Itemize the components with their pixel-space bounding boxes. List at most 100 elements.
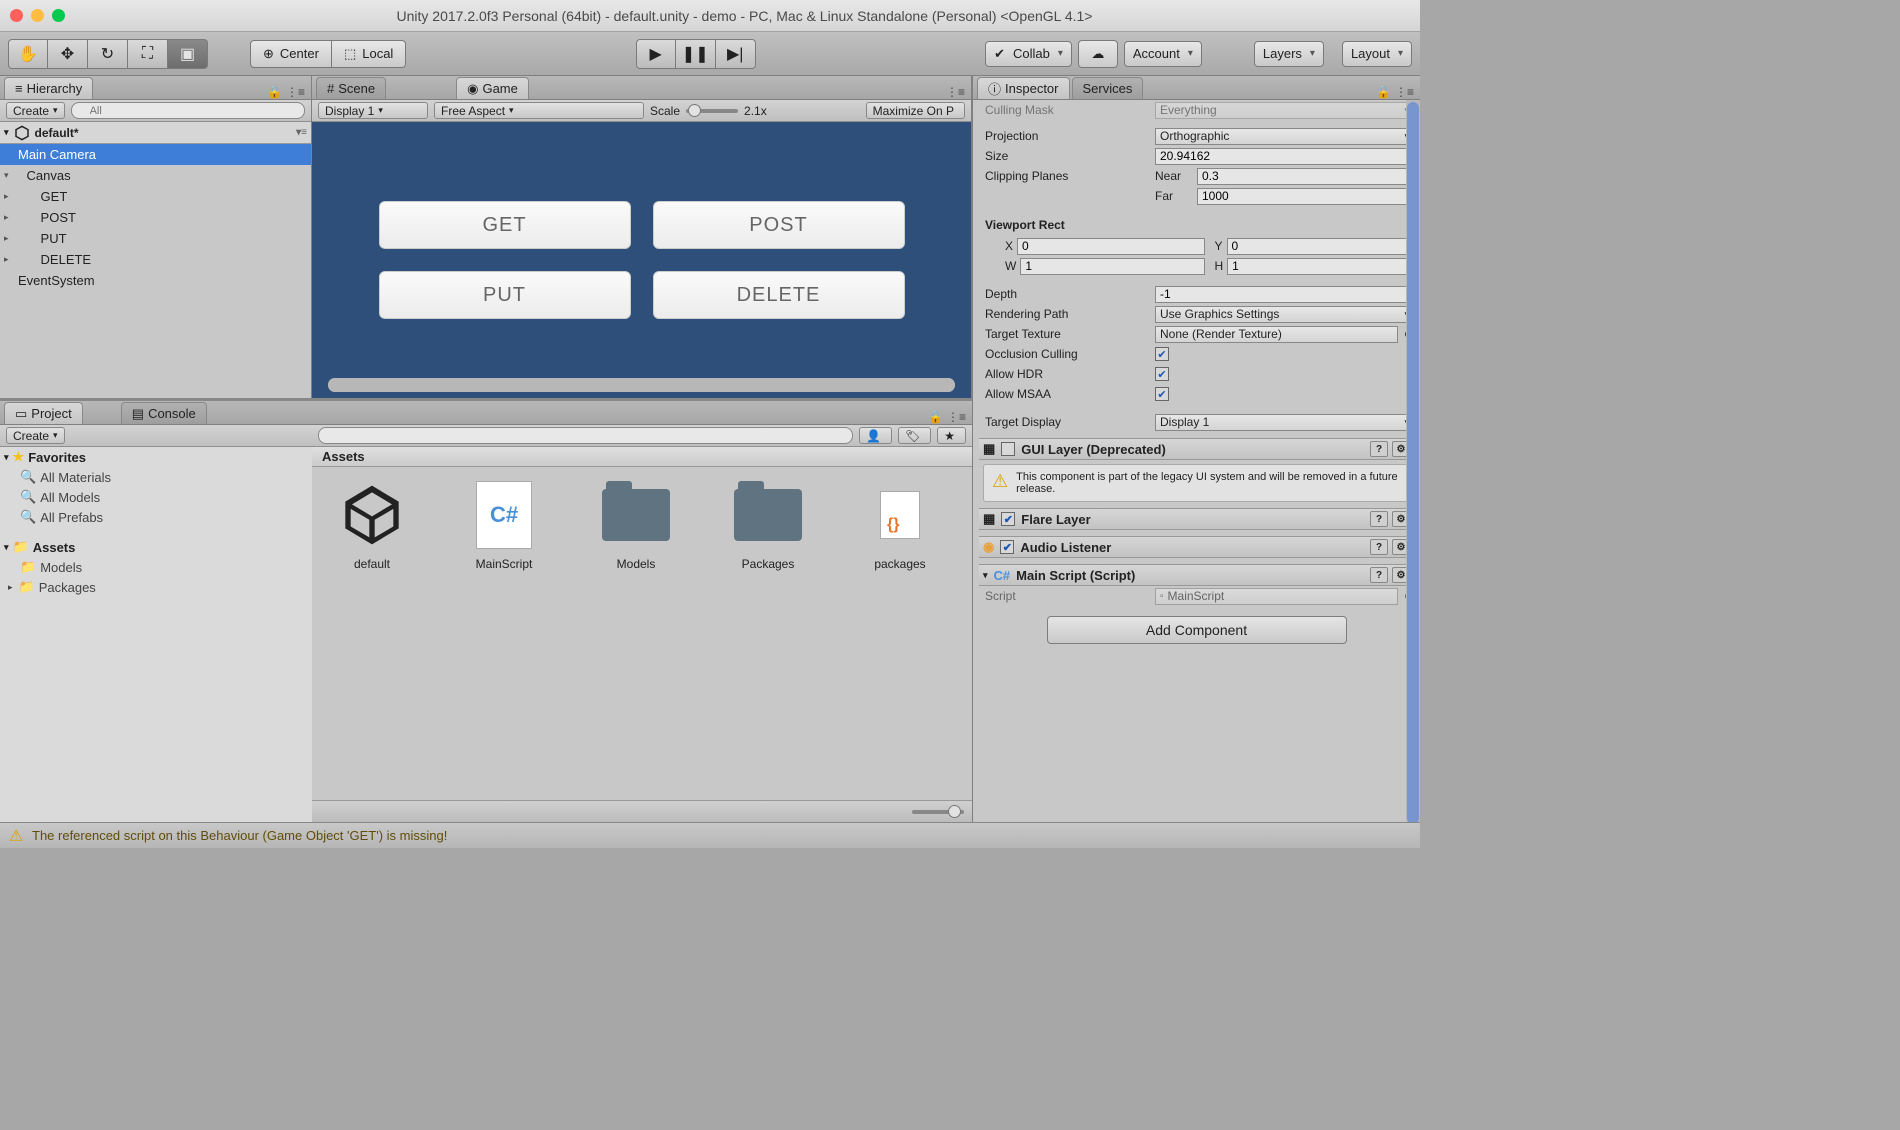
step-button[interactable]: ▶| — [716, 39, 756, 69]
help-icon[interactable]: ? — [1370, 511, 1388, 527]
pivot-rotation-button[interactable]: ⬚Local — [332, 40, 406, 68]
main-script-component[interactable]: ▾ C# Main Script (Script) ?⚙ — [979, 564, 1414, 586]
allow-msaa-checkbox[interactable]: ✔ — [1155, 387, 1169, 401]
cloud-button[interactable]: ☁ — [1078, 40, 1118, 68]
scene-tab[interactable]: #Scene — [316, 77, 386, 99]
account-dropdown[interactable]: Account — [1124, 41, 1202, 67]
move-tool-button[interactable]: ✥ — [48, 39, 88, 69]
pivot-mode-button[interactable]: ⊕Center — [250, 40, 332, 68]
flare-layer-component[interactable]: ▦ ✔ Flare Layer ?⚙ — [979, 508, 1414, 530]
project-search-input[interactable] — [318, 427, 853, 444]
hierarchy-item-eventsystem[interactable]: EventSystem — [0, 270, 311, 291]
rendering-path-dropdown[interactable]: Use Graphics Settings — [1155, 306, 1414, 323]
search-by-type-button[interactable]: 👤 — [859, 427, 892, 444]
status-bar[interactable]: ⚠ The referenced script on this Behaviou… — [0, 822, 1420, 848]
asset-packages-folder[interactable]: Packages — [720, 479, 816, 571]
inspector-tab[interactable]: ⓘInspector — [977, 77, 1070, 99]
asset-default[interactable]: default — [324, 479, 420, 571]
search-by-label-button[interactable]: 🏷 — [898, 427, 931, 444]
size-field[interactable] — [1155, 148, 1414, 165]
target-texture-field[interactable]: None (Render Texture) — [1155, 326, 1398, 343]
panel-menu-icon[interactable]: ⋮≡ — [946, 85, 965, 99]
fav-all-materials[interactable]: 🔍All Materials — [0, 467, 312, 487]
hierarchy-item-delete[interactable]: DELETE — [0, 249, 311, 270]
inspector-scrollbar[interactable] — [1406, 100, 1420, 822]
save-search-button[interactable]: ★ — [937, 427, 966, 444]
scene-header[interactable]: ▾ default* ▾≡ — [0, 122, 311, 144]
depth-field[interactable] — [1155, 286, 1414, 303]
services-tab[interactable]: Services — [1072, 77, 1144, 99]
occlusion-checkbox[interactable]: ✔ — [1155, 347, 1169, 361]
hierarchy-item-post[interactable]: POST — [0, 207, 311, 228]
help-icon[interactable]: ? — [1370, 567, 1388, 583]
pause-button[interactable]: ❚❚ — [676, 39, 716, 69]
flare-layer-enable-checkbox[interactable]: ✔ — [1001, 512, 1015, 526]
hierarchy-tab[interactable]: ≡Hierarchy — [4, 77, 93, 99]
play-button[interactable]: ▶ — [636, 39, 676, 69]
layers-dropdown[interactable]: Layers — [1254, 41, 1324, 67]
gui-layer-component[interactable]: ▦ GUI Layer (Deprecated) ?⚙ — [979, 438, 1414, 460]
lock-icon[interactable]: 🔒 — [267, 85, 282, 99]
hierarchy-item-get[interactable]: GET — [0, 186, 311, 207]
game-tab[interactable]: ◉Game — [456, 77, 529, 99]
hierarchy-create-dropdown[interactable]: Create — [6, 102, 65, 119]
hand-tool-button[interactable]: ✋ — [8, 39, 48, 69]
viewport-x-field[interactable] — [1017, 238, 1204, 255]
minimize-window-button[interactable] — [31, 9, 44, 22]
projection-dropdown[interactable]: Orthographic — [1155, 128, 1414, 145]
game-horizontal-scrollbar[interactable] — [328, 378, 955, 392]
maximize-window-button[interactable] — [52, 9, 65, 22]
aspect-dropdown[interactable]: Free Aspect — [434, 102, 644, 119]
thumbnail-size-slider[interactable] — [912, 810, 964, 814]
game-button-delete[interactable]: DELETE — [653, 271, 905, 319]
fav-all-prefabs[interactable]: 🔍All Prefabs — [0, 507, 312, 527]
hierarchy-item-put[interactable]: PUT — [0, 228, 311, 249]
panel-menu-icon[interactable]: ⋮≡ — [286, 85, 305, 99]
scale-tool-button[interactable]: ⛶ — [128, 39, 168, 69]
scale-slider[interactable] — [686, 109, 738, 113]
viewport-y-field[interactable] — [1227, 238, 1414, 255]
scene-menu-icon[interactable]: ▾≡ — [296, 127, 307, 138]
project-create-dropdown[interactable]: Create — [6, 427, 65, 444]
fav-all-models[interactable]: 🔍All Models — [0, 487, 312, 507]
viewport-w-field[interactable] — [1020, 258, 1204, 275]
game-button-get[interactable]: GET — [379, 201, 631, 249]
culling-mask-dropdown[interactable]: Everything — [1155, 102, 1414, 119]
display-dropdown[interactable]: Display 1 — [318, 102, 428, 119]
audio-listener-component[interactable]: ◉ ✔ Audio Listener ?⚙ — [979, 536, 1414, 558]
far-field[interactable] — [1197, 188, 1414, 205]
hierarchy-search-input[interactable] — [71, 102, 305, 119]
collab-dropdown[interactable]: ✔Collab — [985, 41, 1072, 67]
viewport-h-field[interactable] — [1227, 258, 1414, 275]
help-icon[interactable]: ? — [1370, 441, 1388, 457]
help-icon[interactable]: ? — [1370, 539, 1388, 555]
close-window-button[interactable] — [10, 9, 23, 22]
game-button-put[interactable]: PUT — [379, 271, 631, 319]
asset-models-folder[interactable]: Models — [588, 479, 684, 571]
audio-listener-enable-checkbox[interactable]: ✔ — [1000, 540, 1014, 554]
panel-menu-icon[interactable]: ⋮≡ — [947, 410, 966, 424]
project-tree-models[interactable]: 📁Models — [0, 557, 312, 577]
assets-folder-header[interactable]: ▾📁Assets — [0, 537, 312, 557]
add-component-button[interactable]: Add Component — [1047, 616, 1347, 644]
gui-layer-enable-checkbox[interactable] — [1001, 442, 1015, 456]
lock-icon[interactable]: 🔒 — [1376, 85, 1391, 99]
panel-menu-icon[interactable]: ⋮≡ — [1395, 85, 1414, 99]
near-field[interactable] — [1197, 168, 1414, 185]
layout-dropdown[interactable]: Layout — [1342, 41, 1412, 67]
script-reference-field[interactable]: ▫MainScript — [1155, 588, 1398, 605]
game-button-post[interactable]: POST — [653, 201, 905, 249]
favorites-header[interactable]: ▾★Favorites — [0, 447, 312, 467]
foldout-icon[interactable]: ▾ — [983, 570, 988, 581]
asset-mainscript[interactable]: C# MainScript — [456, 479, 552, 571]
hierarchy-item-main-camera[interactable]: Main Camera — [0, 144, 311, 165]
project-tab[interactable]: ▭Project — [4, 402, 83, 424]
assets-breadcrumb[interactable]: Assets — [312, 447, 972, 467]
hierarchy-item-canvas[interactable]: Canvas — [0, 165, 311, 186]
rotate-tool-button[interactable]: ↻ — [88, 39, 128, 69]
project-tree-packages[interactable]: ▸📁Packages — [0, 577, 312, 597]
lock-icon[interactable]: 🔒 — [928, 410, 943, 424]
asset-packages-file[interactable]: {} packages — [852, 479, 948, 571]
allow-hdr-checkbox[interactable]: ✔ — [1155, 367, 1169, 381]
console-tab[interactable]: ▤Console — [121, 402, 207, 424]
